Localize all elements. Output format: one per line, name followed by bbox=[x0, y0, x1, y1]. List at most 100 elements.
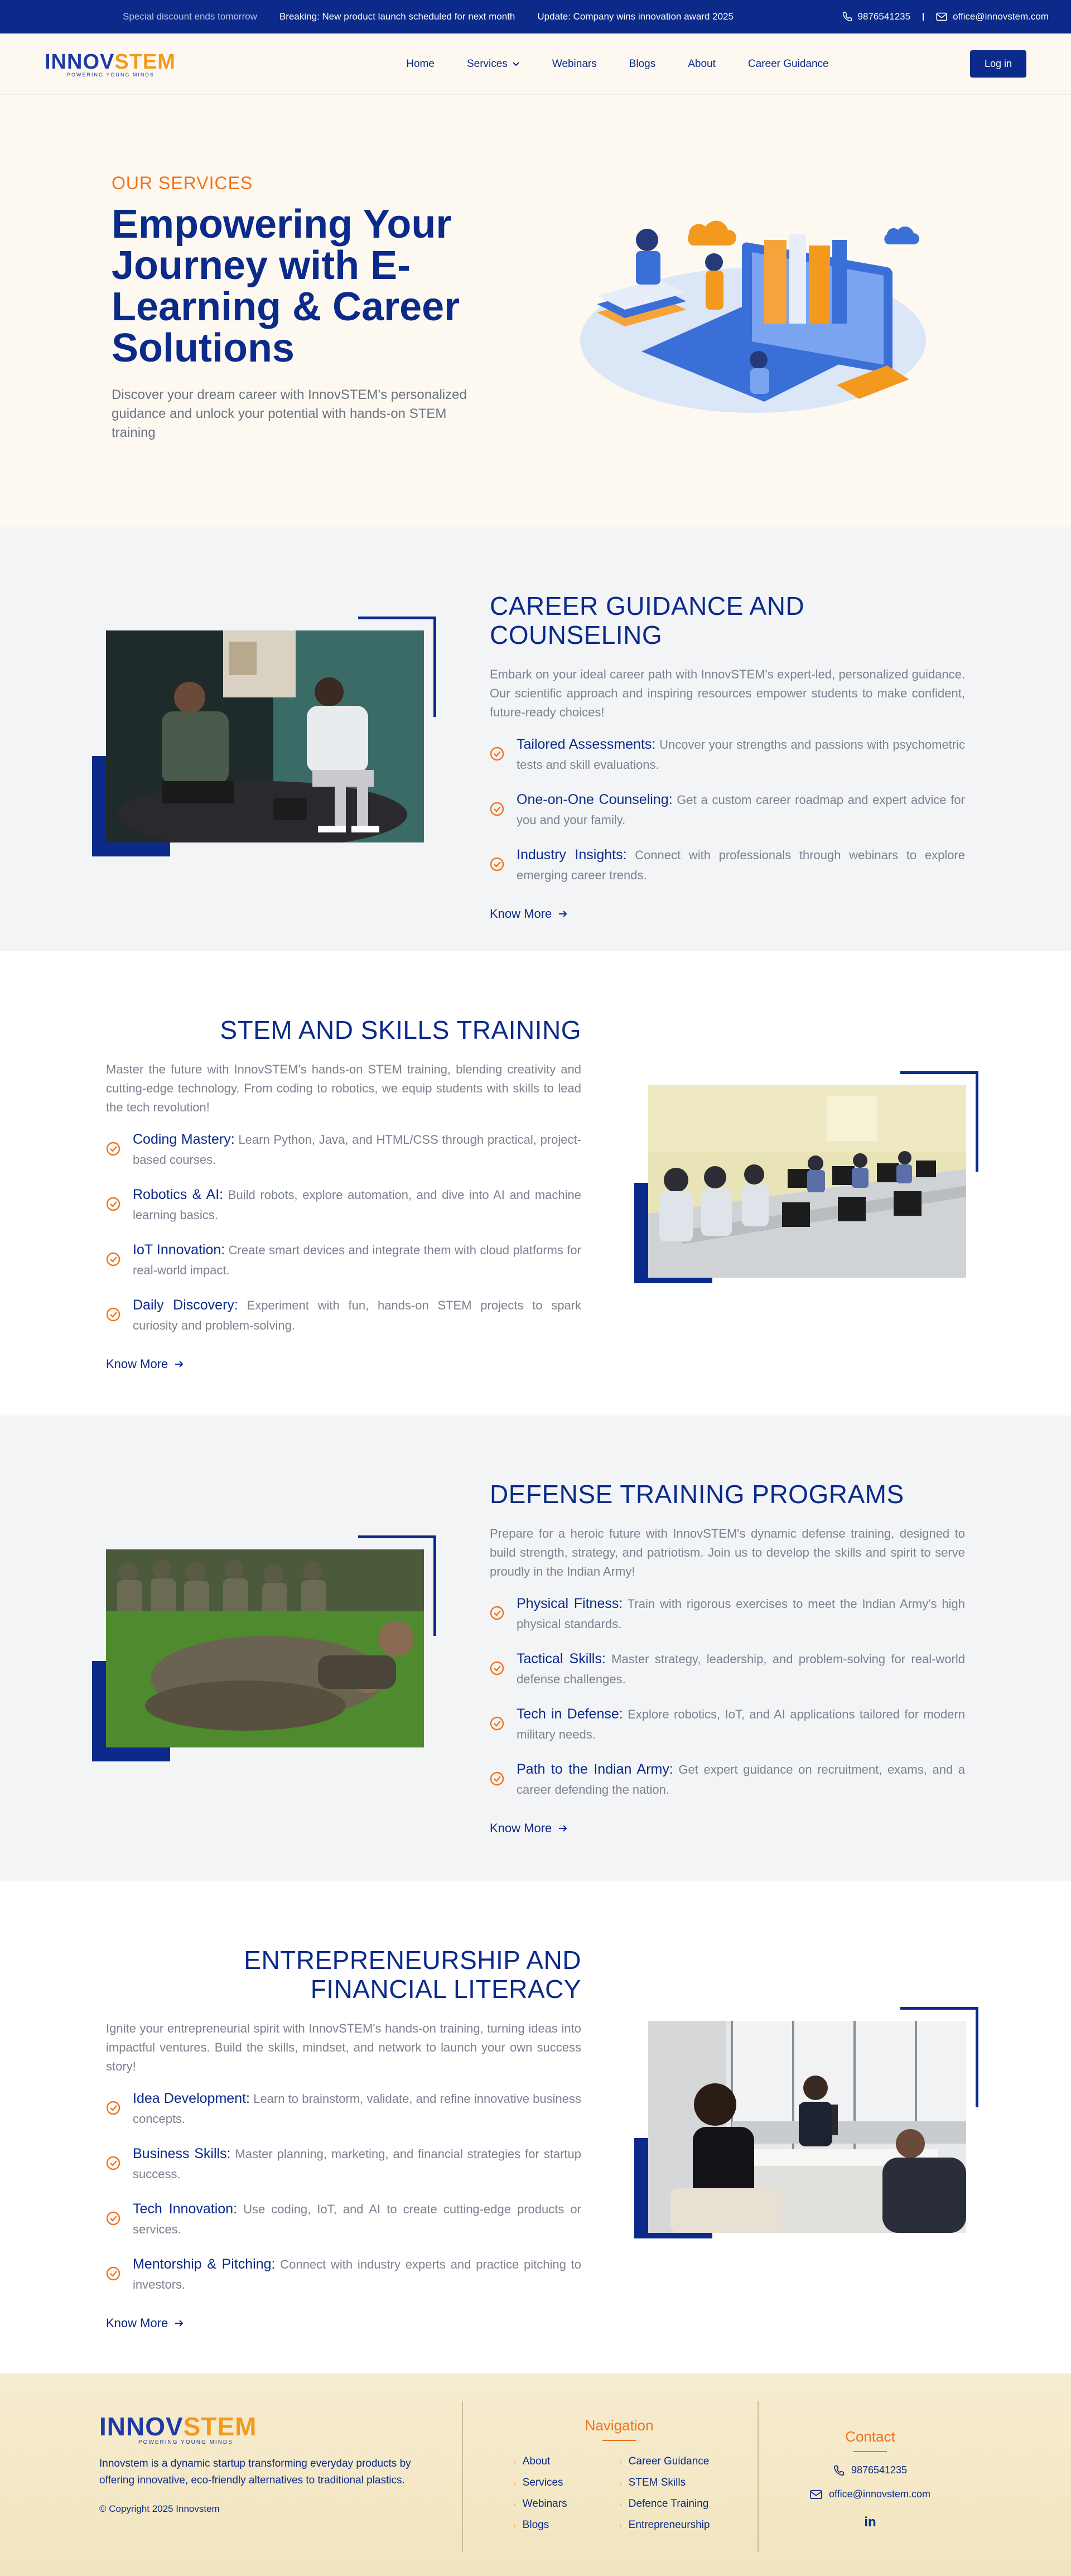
footer-description: Innovstem is a dynamic startup transform… bbox=[99, 2458, 411, 2486]
know-more-link[interactable]: Know More bbox=[106, 2316, 184, 2331]
list-item: Idea Development: Learn to brainstorm, v… bbox=[106, 2088, 581, 2129]
list-item-label: Mentorship & Pitching: bbox=[133, 2256, 276, 2272]
top-contacts: 9876541235 office@innovstem.com bbox=[842, 11, 1049, 22]
logo-part1: INNOV bbox=[45, 50, 115, 74]
footer-link[interactable]: › Defence Training bbox=[619, 2498, 725, 2510]
list-item-label: Daily Discovery: bbox=[133, 1297, 238, 1313]
footer-links: › About › Career Guidance › Services › STEM … bbox=[513, 2455, 725, 2531]
list-item: Robotics & AI: Build robots, explore aut… bbox=[106, 1185, 581, 1225]
know-more-label: Know More bbox=[490, 1821, 552, 1835]
list-item-label: Industry Insights: bbox=[517, 847, 627, 863]
know-more-link[interactable]: Know More bbox=[490, 1821, 567, 1836]
nav-item-services[interactable]: Services bbox=[467, 58, 520, 70]
footer-email-link[interactable]: office@innovstem.com bbox=[792, 2488, 948, 2500]
list-item-label: Idea Development: bbox=[133, 2091, 250, 2106]
list-item-text: Industry Insights: Connect with professi… bbox=[517, 845, 965, 885]
top-email-link[interactable]: office@innovstem.com bbox=[936, 11, 1049, 22]
footer-link[interactable]: › About bbox=[513, 2455, 619, 2468]
list-item-text: Tactical Skills: Master strategy, leader… bbox=[517, 1649, 965, 1689]
logo-wordmark: INNOVSTEM bbox=[99, 2411, 257, 2442]
footer-divider bbox=[758, 2401, 759, 2552]
hero-eyebrow: OUR SERVICES bbox=[112, 173, 253, 193]
login-button[interactable]: Log in bbox=[969, 50, 1026, 78]
list-item-text: Robotics & AI: Build robots, explore aut… bbox=[133, 1185, 581, 1225]
check-circle-icon bbox=[106, 2266, 120, 2281]
logo-part1: INNOV bbox=[99, 2412, 184, 2441]
chevron-right-icon: › bbox=[619, 2500, 622, 2508]
stem-photo-block bbox=[634, 1071, 980, 1294]
list-item-label: Path to the Indian Army: bbox=[517, 1761, 673, 1777]
chevron-right-icon: › bbox=[513, 2521, 516, 2530]
list-item: One-on-One Counseling: Get a custom care… bbox=[490, 789, 965, 830]
check-circle-icon bbox=[106, 2156, 120, 2170]
footer-logo[interactable]: INNOVSTEM POWERING YOUNG MINDS bbox=[99, 2411, 417, 2445]
phone-icon bbox=[833, 2465, 845, 2476]
stem-training-section: STEM AND SKILLS TRAINING Master the futu… bbox=[0, 951, 1071, 1415]
defense-photo-block bbox=[92, 1535, 438, 1770]
arrow-right-icon bbox=[175, 1361, 184, 1368]
footer-link[interactable]: › Webinars bbox=[513, 2498, 619, 2510]
list-item-text: Tailored Assessments: Uncover your stren… bbox=[517, 734, 965, 775]
list-item: Tactical Skills: Master strategy, leader… bbox=[490, 1649, 965, 1689]
nav-item-career-guidance[interactable]: Career Guidance bbox=[748, 58, 829, 70]
site-logo[interactable]: INNOVSTEM POWERING YOUNG MINDS bbox=[45, 50, 176, 78]
nav-item-blogs[interactable]: Blogs bbox=[629, 58, 656, 70]
section-title: STEM AND SKILLS TRAINING bbox=[220, 1015, 581, 1044]
nav-item-label: Blogs bbox=[629, 57, 656, 70]
entrepreneurship-section: ENTREPRENEURSHIP AND FINANCIAL LITERACY … bbox=[0, 1881, 1071, 2373]
nav-item-home[interactable]: Home bbox=[406, 58, 435, 70]
footer-link[interactable]: › Career Guidance bbox=[619, 2455, 725, 2468]
linkedin-link[interactable]: in bbox=[792, 2515, 948, 2530]
know-more-link[interactable]: Know More bbox=[106, 1357, 184, 1371]
top-email-text: office@innovstem.com bbox=[953, 11, 1049, 22]
ticker-item: Special discount ends tomorrow bbox=[123, 11, 257, 22]
chevron-right-icon: › bbox=[619, 2478, 622, 2487]
arrow-right-icon bbox=[175, 2320, 184, 2327]
counseling-photo bbox=[106, 630, 424, 842]
check-circle-icon bbox=[490, 1661, 504, 1675]
footer-email-text: office@innovstem.com bbox=[828, 2488, 930, 2500]
footer-link-label: STEM Skills bbox=[628, 2477, 686, 2488]
list-item: Tailored Assessments: Uncover your stren… bbox=[490, 734, 965, 775]
top-phone-link[interactable]: 9876541235 bbox=[842, 11, 910, 22]
feature-list: Coding Mastery: Learn Python, Java, and … bbox=[106, 1129, 581, 1336]
section-intro: Master the future with InnovSTEM's hands… bbox=[106, 1062, 581, 1114]
nav-item-label: About bbox=[688, 57, 716, 70]
footer-link[interactable]: › Entrepreneurship bbox=[619, 2519, 725, 2531]
list-item-text: Tech in Defense: Explore robotics, IoT, … bbox=[517, 1704, 965, 1745]
nav-item-webinars[interactable]: Webinars bbox=[552, 58, 597, 70]
footer-divider bbox=[462, 2401, 463, 2552]
hero-title: Empowering Your Journey with E-Learning … bbox=[112, 202, 460, 370]
title-underline bbox=[602, 2440, 636, 2441]
phone-icon bbox=[842, 12, 852, 22]
ticker-item: Breaking: New product launch scheduled f… bbox=[279, 11, 515, 22]
section-intro: Ignite your entrepreneurial spirit with … bbox=[106, 2021, 581, 2073]
ticker-item: Update: Company wins innovation award 20… bbox=[537, 11, 734, 22]
footer-link-label: Services bbox=[522, 2477, 563, 2488]
check-circle-icon bbox=[490, 802, 504, 816]
footer-link-label: Entrepreneurship bbox=[628, 2519, 710, 2531]
footer-phone-link[interactable]: 9876541235 bbox=[792, 2464, 948, 2476]
footer-link[interactable]: › STEM Skills bbox=[619, 2477, 725, 2489]
footer-link[interactable]: › Services bbox=[513, 2477, 619, 2489]
career-content: CAREER GUIDANCE AND COUNSELING Embark on… bbox=[490, 591, 965, 921]
list-item-text: Daily Discovery: Experiment with fun, ha… bbox=[133, 1295, 581, 1336]
hero-content: OUR SERVICES Empowering Your Journey wit… bbox=[112, 173, 480, 442]
check-circle-icon bbox=[106, 1252, 120, 1267]
nav-item-about[interactable]: About bbox=[688, 58, 716, 70]
news-ticker: Special discount ends tomorrow Breaking:… bbox=[123, 11, 764, 22]
chevron-down-icon bbox=[513, 61, 519, 66]
check-circle-icon bbox=[490, 1716, 504, 1731]
list-item-label: Tech Innovation: bbox=[133, 2201, 238, 2217]
check-circle-icon bbox=[106, 2101, 120, 2115]
logo-part2: STEM bbox=[114, 50, 176, 74]
list-item: Industry Insights: Connect with professi… bbox=[490, 845, 965, 885]
divider bbox=[923, 13, 924, 21]
footer-link[interactable]: › Blogs bbox=[513, 2519, 619, 2531]
know-more-link[interactable]: Know More bbox=[490, 907, 567, 921]
list-item: Tech in Defense: Explore robotics, IoT, … bbox=[490, 1704, 965, 1745]
chevron-right-icon: › bbox=[619, 2521, 622, 2530]
mail-icon bbox=[936, 12, 947, 21]
list-item-label: Robotics & AI: bbox=[133, 1187, 224, 1202]
list-item: Mentorship & Pitching: Connect with indu… bbox=[106, 2254, 581, 2295]
